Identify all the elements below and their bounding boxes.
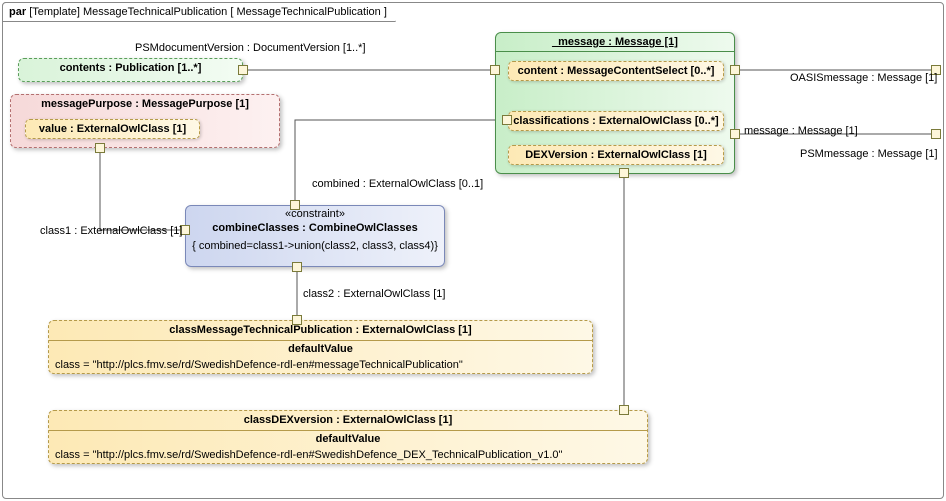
frame-title-tab: par [Template] MessageTechnicalPublicati… — [2, 2, 396, 22]
message-content-port-left[interactable] — [490, 65, 500, 75]
message-dex[interactable]: DEXVersion : ExternalOwlClass [1] — [508, 145, 724, 165]
label-psm-message: PSMmessage : Message [1] — [800, 148, 938, 160]
contents-title: contents : Publication [1..*] — [19, 59, 242, 78]
message-title: _message : Message [1] — [496, 33, 734, 52]
message-purpose-value-port[interactable] — [95, 143, 105, 153]
class-dex-title: classDEXversion : ExternalOwlClass [1] — [49, 411, 647, 430]
message-classifications-port-left[interactable] — [502, 115, 512, 125]
frame-title: [Template] MessageTechnicalPublication [… — [29, 6, 387, 18]
label-class2: class2 : ExternalOwlClass [1] — [303, 288, 445, 300]
class-mtp-dv: class = "http://plcs.fmv.se/rd/SwedishDe… — [49, 357, 592, 373]
contents-block[interactable]: contents : Publication [1..*] — [18, 58, 243, 82]
contents-port-right[interactable] — [238, 65, 248, 75]
message-block[interactable]: _message : Message [1] content : Message… — [495, 32, 735, 174]
combine-stereotype: «constraint» — [186, 206, 444, 222]
class-dex-block[interactable]: classDEXversion : ExternalOwlClass [1] d… — [48, 410, 648, 464]
label-message: message : Message [1] — [744, 125, 858, 137]
combine-classes-block[interactable]: «constraint» combineClasses : CombineOwl… — [185, 205, 445, 267]
class-mtp-title: classMessageTechnicalPublication : Exter… — [49, 321, 592, 340]
class-dex-dv: class = "http://plcs.fmv.se/rd/SwedishDe… — [49, 447, 647, 463]
class-mtp-port-top[interactable] — [292, 315, 302, 325]
message-purpose-value[interactable]: value : ExternalOwlClass [1] — [25, 119, 200, 139]
combine-body: { combined=class1->union(class2, class3,… — [186, 238, 444, 254]
class-mtp-dv-label: defaultValue — [49, 340, 592, 357]
class-mtp-block[interactable]: classMessageTechnicalPublication : Exter… — [48, 320, 593, 374]
message-dex-port-bottom[interactable] — [619, 168, 629, 178]
label-class1: class1 : ExternalOwlClass [1] — [40, 225, 182, 237]
diagram-canvas: par [Template] MessageTechnicalPublicati… — [0, 0, 946, 501]
message-port-right-top[interactable] — [730, 65, 740, 75]
label-psm-doc-version: PSMdocumentVersion : DocumentVersion [1.… — [135, 42, 366, 54]
combine-port-top[interactable] — [290, 200, 300, 210]
message-content[interactable]: content : MessageContentSelect [0..*] — [508, 61, 724, 81]
frame-keyword: par — [9, 6, 26, 18]
message-purpose-title: messagePurpose : MessagePurpose [1] — [11, 95, 279, 114]
label-oasis-message: OASISmessage : Message [1] — [790, 72, 937, 84]
combine-port-bottom[interactable] — [292, 262, 302, 272]
label-combined: combined : ExternalOwlClass [0..1] — [312, 178, 483, 190]
message-port-right-mid[interactable] — [730, 129, 740, 139]
message-purpose-block[interactable]: messagePurpose : MessagePurpose [1] valu… — [10, 94, 280, 148]
class-dex-port-top[interactable] — [619, 405, 629, 415]
message-classifications[interactable]: classifications : ExternalOwlClass [0..*… — [508, 111, 724, 131]
frame-port-message[interactable] — [931, 129, 941, 139]
class-dex-dv-label: defaultValue — [49, 430, 647, 447]
combine-title: combineClasses : CombineOwlClasses — [186, 222, 444, 238]
